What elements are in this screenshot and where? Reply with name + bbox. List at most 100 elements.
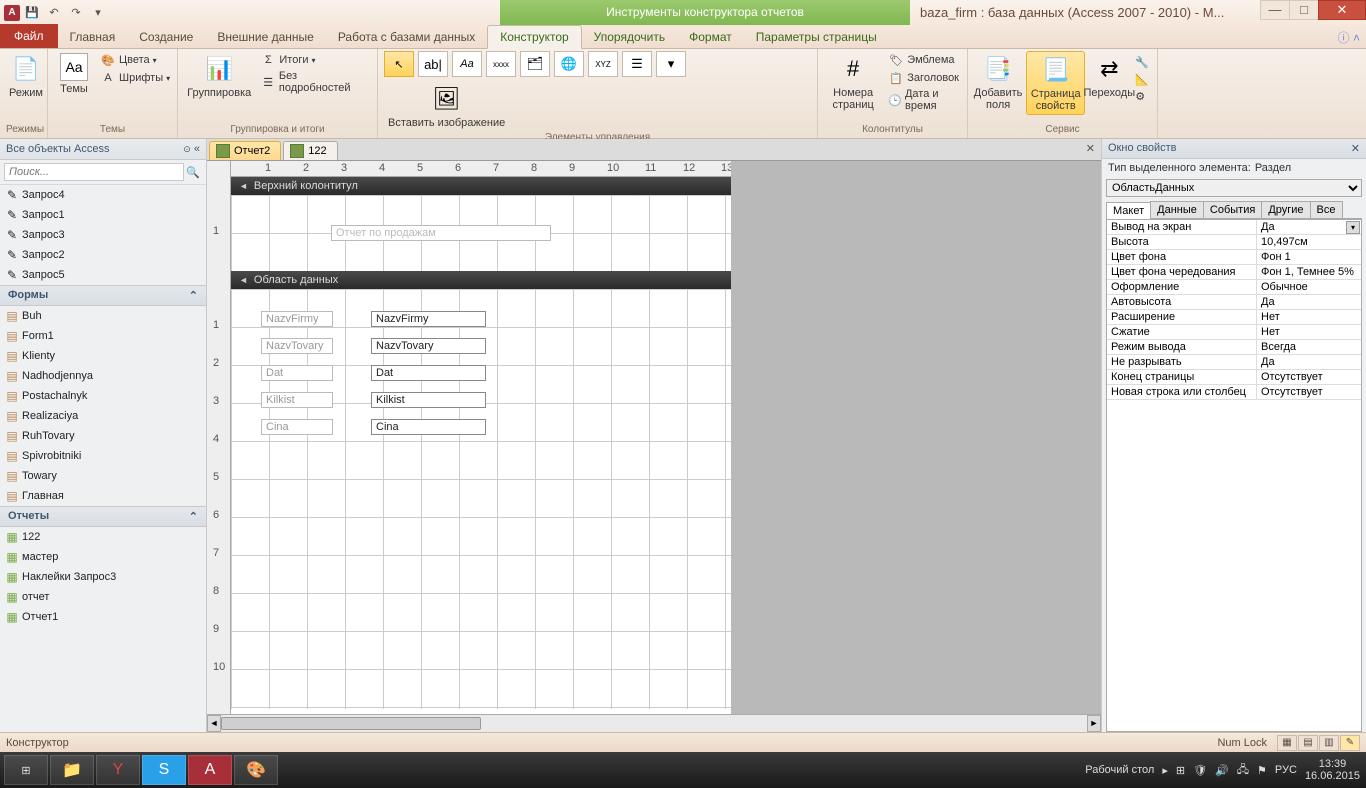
doctab-122[interactable]: 122 <box>283 141 337 160</box>
section-detail-bar[interactable]: ◄Область данных <box>231 271 731 289</box>
view-preview-button[interactable]: ▤ <box>1298 735 1318 751</box>
field-label[interactable]: NazvFirmy <box>261 311 333 327</box>
ctrl-tab[interactable]: 🗂 <box>520 51 550 77</box>
nav-form-item[interactable]: ▤Главная <box>0 486 206 506</box>
taborder-button[interactable]: ⇄Переходы <box>1089 51 1129 101</box>
nav-form-item[interactable]: ▤Nadhodjennya <box>0 366 206 386</box>
propsheet-tab[interactable]: События <box>1203 201 1262 218</box>
fonts-button[interactable]: AШрифты▾ <box>98 69 172 87</box>
qat-undo-icon[interactable]: ↶ <box>44 3 64 23</box>
nav-form-item[interactable]: ▤Buh <box>0 306 206 326</box>
tray-icon[interactable]: ⊞ <box>1176 764 1185 777</box>
taskbar-yandex[interactable]: Y <box>96 755 140 785</box>
tab-home[interactable]: Главная <box>58 26 128 48</box>
search-input[interactable] <box>4 163 184 181</box>
nav-report-item[interactable]: ▦отчет <box>0 587 206 607</box>
taskbar-explorer[interactable]: 📁 <box>50 755 94 785</box>
nav-form-item[interactable]: ▤Postachalnyk <box>0 386 206 406</box>
view-design-button[interactable]: ✎ <box>1340 735 1360 751</box>
nav-query-item[interactable]: ✎Запрос2 <box>0 245 206 265</box>
start-button[interactable]: ⊞ <box>4 755 48 785</box>
taskbar-paint[interactable]: 🎨 <box>234 755 278 785</box>
property-row[interactable]: СжатиеНет <box>1107 325 1361 340</box>
field-label[interactable]: Cina <box>261 419 333 435</box>
ctrl-dropdown[interactable]: ▾ <box>656 51 686 77</box>
nav-form-item[interactable]: ▤Klienty <box>0 346 206 366</box>
tray-icon[interactable]: 🔊 <box>1215 764 1229 777</box>
property-row[interactable]: Высота10,497см <box>1107 235 1361 250</box>
nav-header[interactable]: Все объекты Access ⊙ « <box>0 139 206 160</box>
tray-lang[interactable]: РУС <box>1275 764 1297 776</box>
property-row[interactable]: Вывод на экранДа▾ <box>1107 220 1361 235</box>
doctab-report2[interactable]: Отчет2 <box>209 141 281 160</box>
property-row[interactable]: АвтовысотаДа <box>1107 295 1361 310</box>
groupby-button[interactable]: 📊Группировка <box>184 51 254 101</box>
field-textbox[interactable]: Dat <box>371 365 486 381</box>
doctab-close-icon[interactable]: ✕ <box>1086 142 1095 155</box>
propsheet-close-icon[interactable]: ✕ <box>1351 142 1360 155</box>
ctrl-navcontrol[interactable]: XYZ <box>588 51 618 77</box>
tray-toolbar-icon[interactable]: ▸ <box>1162 764 1168 777</box>
tab-create[interactable]: Создание <box>127 26 205 48</box>
horizontal-scrollbar[interactable]: ◄ ► <box>207 714 1101 732</box>
nav-form-item[interactable]: ▤Spivrobitniki <box>0 446 206 466</box>
nav-form-item[interactable]: ▤Form1 <box>0 326 206 346</box>
pagenum-button[interactable]: #Номера страниц <box>824 51 882 113</box>
ctrl-textbox[interactable]: ab| <box>418 51 448 77</box>
close-button[interactable]: ✕ <box>1318 0 1366 20</box>
field-textbox[interactable]: Kilkist <box>371 392 486 408</box>
dropdown-icon[interactable]: ▾ <box>1346 221 1360 234</box>
field-textbox[interactable]: NazvFirmy <box>371 311 486 327</box>
propsheet-tab[interactable]: Другие <box>1261 201 1310 218</box>
nav-query-item[interactable]: ✎Запрос5 <box>0 265 206 285</box>
nodetails-button[interactable]: ☰Без подробностей <box>258 69 371 95</box>
tab-pagesetup[interactable]: Параметры страницы <box>744 26 889 48</box>
property-row[interactable]: РасширениеНет <box>1107 310 1361 325</box>
ctrl-button[interactable]: xxxx <box>486 51 516 77</box>
view-layout-button[interactable]: ▥ <box>1319 735 1339 751</box>
property-row[interactable]: Не разрыватьДа <box>1107 355 1361 370</box>
colors-button[interactable]: 🎨Цвета▾ <box>98 51 172 69</box>
qat-save-icon[interactable]: 💾 <box>22 3 42 23</box>
tray-icon[interactable]: 🖧 <box>1237 761 1249 780</box>
scroll-left-icon[interactable]: ◄ <box>207 715 221 732</box>
section-pageheader-bar[interactable]: ◄Верхний колонтитул <box>231 177 731 195</box>
emblem-button[interactable]: 🏷Эмблема <box>886 51 961 69</box>
design-body[interactable]: 12345678910111213141516171819202122 ◄Вер… <box>231 161 731 714</box>
tab-dbtools[interactable]: Работа с базами данных <box>326 26 487 48</box>
field-label[interactable]: NazvTovary <box>261 338 333 354</box>
taskbar-access[interactable]: A <box>188 755 232 785</box>
qat-customize-icon[interactable]: ▾ <box>88 3 108 23</box>
nav-report-item[interactable]: ▦Наклейки Запрос3 <box>0 567 206 587</box>
ribbon-help-icon[interactable]: ⓘ ˄ <box>1338 29 1360 46</box>
service-btn2[interactable]: 📐 <box>1133 72 1151 87</box>
nav-group-reports[interactable]: Отчеты⌃ <box>0 506 206 527</box>
nav-group-forms[interactable]: Формы⌃ <box>0 285 206 306</box>
maximize-button[interactable]: □ <box>1289 0 1319 20</box>
field-textbox[interactable]: NazvTovary <box>371 338 486 354</box>
property-row[interactable]: ОформлениеОбычное <box>1107 280 1361 295</box>
property-row[interactable]: Цвет фона чередованияФон 1, Темнее 5% <box>1107 265 1361 280</box>
tab-file[interactable]: Файл <box>0 24 58 48</box>
ctrl-hyperlink[interactable]: 🌐 <box>554 51 584 77</box>
tray-icon[interactable]: 🛡 <box>1193 764 1207 777</box>
tray-icon[interactable]: ⚑ <box>1257 764 1267 777</box>
ctrl-select[interactable]: ↖ <box>384 51 414 77</box>
nav-query-item[interactable]: ✎Запрос3 <box>0 225 206 245</box>
nav-dropdown-icon[interactable]: ⊙ <box>183 144 191 154</box>
addfields-button[interactable]: 📑Добавить поля <box>974 51 1022 113</box>
header-button[interactable]: 📋Заголовок <box>886 69 961 87</box>
property-row[interactable]: Новая строка или столбецОтсутствует <box>1107 385 1361 400</box>
scroll-right-icon[interactable]: ► <box>1087 715 1101 732</box>
service-btn1[interactable]: 🔧 <box>1133 55 1151 70</box>
detail-section[interactable]: NazvFirmy NazvFirmy NazvTovary NazvTovary Da… <box>231 289 731 709</box>
totals-button[interactable]: ΣИтоги▾ <box>258 51 371 69</box>
nav-query-item[interactable]: ✎Запрос4 <box>0 185 206 205</box>
view-button[interactable]: 📄Режим <box>6 51 46 101</box>
tab-external[interactable]: Внешние данные <box>205 26 326 48</box>
tab-design[interactable]: Конструктор <box>487 25 581 49</box>
view-report-button[interactable]: ▦ <box>1277 735 1297 751</box>
property-row[interactable]: Конец страницыОтсутствует <box>1107 370 1361 385</box>
propsheet-button[interactable]: 📃Страница свойств <box>1026 51 1085 115</box>
scroll-thumb[interactable] <box>221 717 481 730</box>
